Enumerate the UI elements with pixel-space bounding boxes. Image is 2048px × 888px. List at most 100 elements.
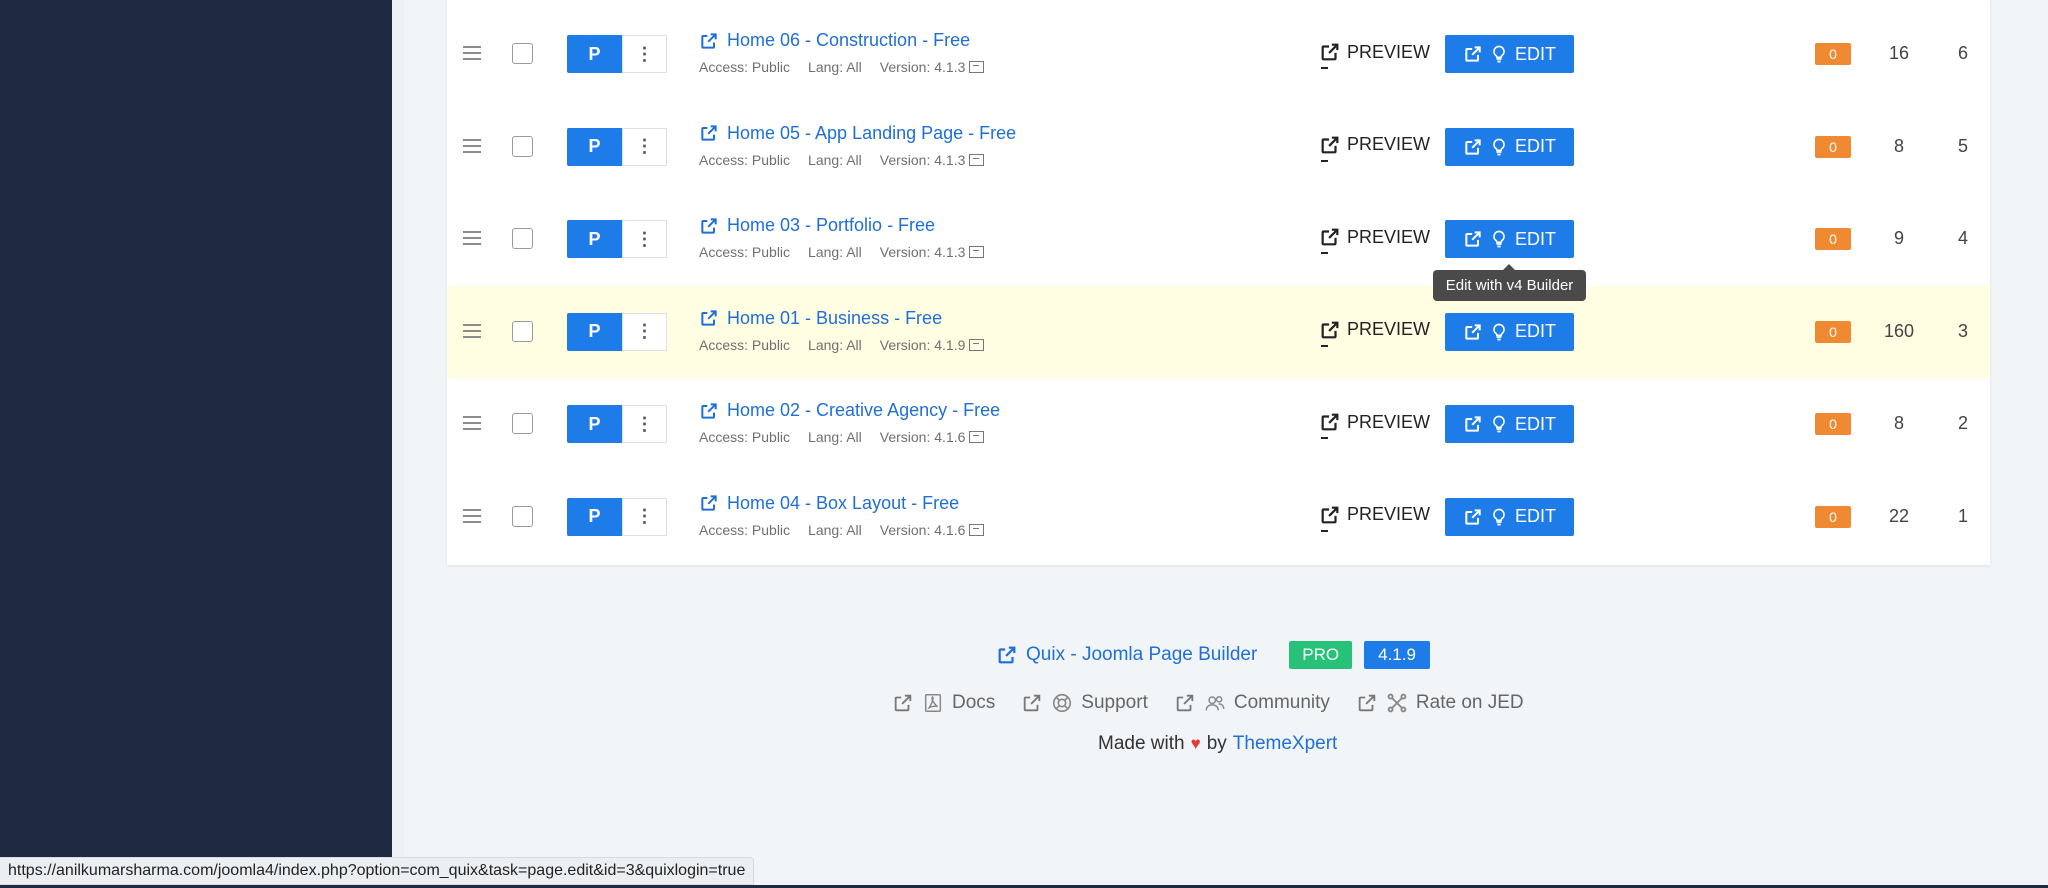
drag-handle-icon[interactable] [463, 138, 481, 153]
preview-button[interactable]: PREVIEW [1319, 411, 1430, 439]
preview-label: PREVIEW [1347, 226, 1431, 247]
page-title-link[interactable]: Home 01 - Business - Free [699, 308, 984, 329]
more-options-icon[interactable]: ⋮ [622, 35, 667, 73]
version-info-icon [969, 523, 985, 536]
drag-handle-icon[interactable] [463, 416, 481, 430]
edit-button[interactable]: EDIT [1445, 35, 1574, 73]
drag-handle-icon[interactable] [463, 231, 481, 245]
users-icon [1205, 696, 1225, 711]
preview-button[interactable]: PREVIEW [1319, 226, 1431, 254]
page-title-link[interactable]: Home 05 - App Landing Page - Free [699, 123, 1016, 144]
version-label: Version: 4.1.3 [879, 151, 966, 168]
row-checkbox[interactable] [512, 505, 533, 527]
footer-links: Docs Support Community Rate on JED [892, 692, 1524, 714]
edit-external-icon [1465, 323, 1481, 340]
edit-button[interactable]: EDIT [1445, 405, 1574, 443]
hits-count: 8 [1893, 135, 1904, 156]
table-row: P ⋮ Home 06 - Construction - Free Access… [447, 8, 1990, 100]
row-id: 5 [1957, 135, 1968, 156]
drag-handle-icon[interactable] [463, 46, 481, 60]
external-link-icon [701, 125, 717, 141]
preview-label: PREVIEW [1347, 504, 1431, 524]
edit-button[interactable]: EDIT [1445, 127, 1574, 166]
page-status-button[interactable]: P [567, 312, 622, 351]
by-label: by [1206, 733, 1227, 754]
external-link-icon [701, 495, 717, 511]
page-title: Home 05 - App Landing Page - Free [727, 122, 1017, 143]
page-title-link[interactable]: Home 03 - Portfolio - Free [699, 215, 984, 236]
community-link[interactable]: Community [1174, 692, 1330, 714]
row-checkbox[interactable] [512, 43, 533, 64]
more-options-icon[interactable]: ⋮ [622, 127, 667, 166]
page-title-link[interactable]: Home 06 - Construction - Free [699, 30, 984, 51]
lightbulb-icon [1493, 45, 1505, 63]
preview-label: PREVIEW [1347, 41, 1431, 62]
more-options-icon[interactable]: ⋮ [622, 405, 667, 443]
preview-label: PREVIEW [1347, 134, 1431, 154]
page-status-button[interactable]: P [567, 405, 622, 443]
more-options-icon[interactable]: ⋮ [622, 312, 667, 351]
count-badge: 0 [1815, 43, 1851, 65]
version-wrap: Version: 4.1.3 [880, 59, 985, 75]
external-link-icon [1358, 694, 1376, 712]
preview-button[interactable]: PREVIEW [1319, 41, 1431, 69]
edit-button[interactable]: EDIT [1445, 497, 1574, 536]
lang-label: Lang: All [808, 521, 862, 538]
page-title-link[interactable]: Home 02 - Creative Agency - Free [699, 400, 1000, 421]
docs-link-label: Docs [952, 692, 996, 713]
docs-link[interactable]: Docs [892, 692, 995, 714]
version-info-icon [969, 246, 985, 258]
page-meta: Access: Public Lang: All Version: 4.1.3 [699, 59, 985, 75]
rate-jed-link[interactable]: Rate on JED [1356, 692, 1524, 714]
edit-external-icon [1465, 416, 1481, 432]
row-checkbox[interactable] [512, 413, 533, 434]
table-row: P ⋮ Home 03 - Portfolio - Free Access: P… [447, 193, 1990, 285]
row-checkbox[interactable] [512, 320, 533, 342]
made-with: Made with ♥ by ThemeXpert [1098, 733, 1337, 755]
row-id: 2 [1957, 413, 1968, 433]
pages-table: P ⋮ Home 06 - Construction - Free Access… [447, 0, 1990, 565]
table-row: P ⋮ Home 05 - App Landing Page - Free Ac… [447, 101, 1990, 193]
preview-button[interactable]: PREVIEW [1319, 319, 1430, 347]
page-status-button[interactable]: P [567, 127, 622, 166]
lifebuoy-icon [1053, 693, 1072, 713]
hits-count: 8 [1893, 413, 1904, 433]
more-options-icon[interactable]: ⋮ [622, 220, 667, 258]
lang-label: Lang: All [808, 151, 862, 168]
row-checkbox[interactable] [512, 228, 533, 249]
drag-handle-icon[interactable] [463, 323, 481, 338]
edit-label: EDIT [1514, 228, 1556, 249]
more-options-icon[interactable]: ⋮ [622, 497, 667, 536]
version-label: Version: 4.1.9 [879, 336, 966, 353]
external-link-icon [1024, 694, 1041, 712]
preview-button[interactable]: PREVIEW [1319, 134, 1431, 162]
page-title-link[interactable]: Home 04 - Box Layout - Free [699, 493, 984, 514]
page-status-button[interactable]: P [567, 497, 622, 536]
page-title-cell: Home 02 - Creative Agency - Free Access:… [699, 400, 1000, 445]
preview-underline [1321, 67, 1328, 69]
themexpert-link[interactable]: ThemeXpert [1233, 733, 1338, 755]
edit-external-icon [1321, 413, 1339, 431]
edit-button[interactable]: EDIT [1445, 312, 1574, 351]
support-link-label: Support [1081, 692, 1148, 713]
count-badge: 0 [1815, 228, 1851, 250]
external-link-icon [701, 32, 717, 49]
page-meta: Access: Public Lang: All Version: 4.1.3 [699, 152, 1016, 168]
edit-button[interactable]: EDIT [1445, 220, 1574, 258]
version-label: Version: 4.1.6 [879, 429, 966, 445]
row-checkbox[interactable] [512, 135, 533, 157]
support-link[interactable]: Support [1021, 692, 1148, 714]
version-wrap: Version: 4.1.6 [880, 522, 985, 538]
page-status-button[interactable]: P [567, 220, 622, 258]
main-edge [392, 0, 404, 888]
drag-handle-icon[interactable] [463, 508, 481, 523]
page-title-cell: Home 03 - Portfolio - Free Access: Publi… [699, 215, 985, 260]
edit-tooltip: Edit with v4 Builder [1433, 264, 1586, 301]
page-status-button[interactable]: P [567, 35, 622, 73]
product-link[interactable]: Quix - Joomla Page Builder [996, 644, 1257, 666]
hits-count: 22 [1888, 505, 1910, 526]
page-title: Home 06 - Construction - Free [727, 30, 971, 50]
access-label: Access: Public [699, 151, 791, 168]
preview-underline [1321, 437, 1328, 439]
preview-button[interactable]: PREVIEW [1319, 504, 1431, 532]
